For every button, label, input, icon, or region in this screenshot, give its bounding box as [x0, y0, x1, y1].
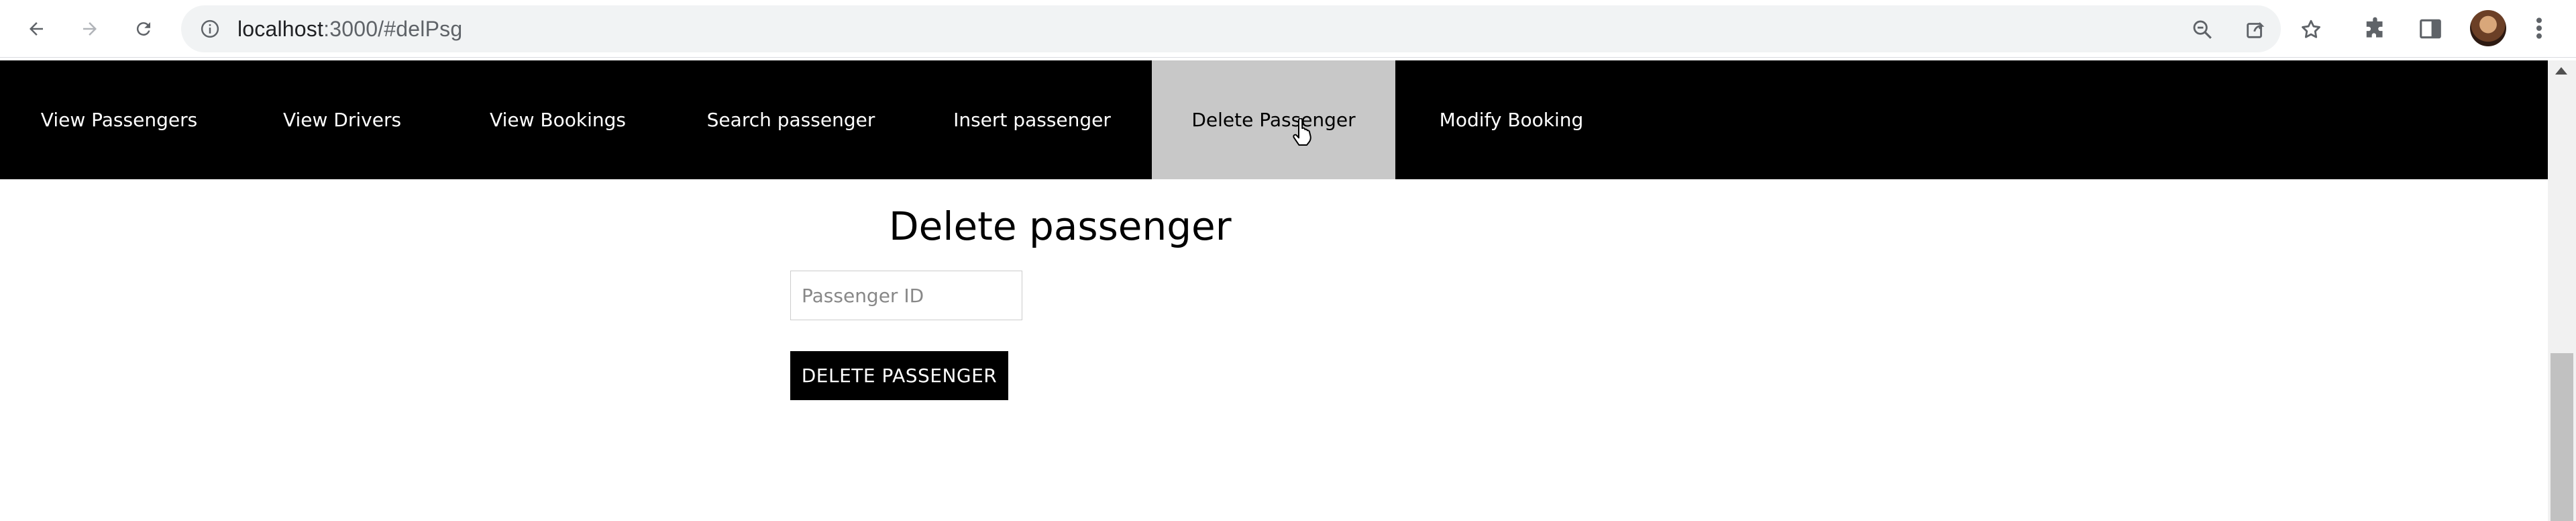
delete-passenger-button[interactable]: DELETE PASSENGER [790, 351, 1008, 400]
scroll-up-arrow-icon[interactable] [2555, 67, 2567, 75]
url-host: localhost [237, 17, 324, 41]
url-path: :3000/#delPsg [323, 17, 463, 41]
address-bar[interactable]: localhost:3000/#delPsg [181, 5, 2281, 52]
browser-toolbar: localhost:3000/#delPsg [0, 0, 2576, 58]
info-icon[interactable] [200, 19, 220, 39]
nav-item-view-bookings[interactable]: View Bookings [446, 60, 669, 179]
kebab-menu-icon[interactable] [2529, 15, 2549, 42]
reload-button[interactable] [127, 13, 160, 45]
nav-item-view-passengers[interactable]: View Passengers [0, 60, 238, 179]
nav-item-insert-passenger[interactable]: Insert passenger [912, 60, 1152, 179]
nav-item-search-passenger[interactable]: Search passenger [669, 60, 912, 179]
zoom-out-icon[interactable] [2191, 18, 2214, 41]
forward-button[interactable] [74, 13, 106, 45]
star-icon[interactable] [2300, 18, 2322, 41]
reload-icon [136, 22, 150, 36]
share-icon[interactable] [2244, 18, 2267, 41]
back-button[interactable] [20, 13, 52, 45]
vertical-scrollbar[interactable] [2548, 60, 2576, 521]
arrow-left-icon [30, 22, 43, 36]
arrow-right-icon [83, 22, 97, 36]
puzzle-icon[interactable] [2363, 16, 2389, 42]
nav-item-delete-passenger[interactable]: Delete Passenger [1152, 60, 1395, 179]
avatar[interactable] [2470, 10, 2506, 46]
url-text[interactable]: localhost:3000/#delPsg [237, 5, 462, 52]
main-nav: View Passengers View Drivers View Bookin… [0, 60, 2548, 179]
nav-item-view-drivers[interactable]: View Drivers [238, 60, 446, 179]
scroll-thumb[interactable] [2551, 353, 2573, 521]
hand-cursor-icon [1293, 118, 1311, 146]
passenger-id-input[interactable] [790, 271, 1022, 320]
side-panel-icon[interactable] [2418, 16, 2443, 42]
nav-item-modify-booking[interactable]: Modify Booking [1395, 60, 1627, 179]
page-title: Delete passenger [889, 203, 1232, 249]
